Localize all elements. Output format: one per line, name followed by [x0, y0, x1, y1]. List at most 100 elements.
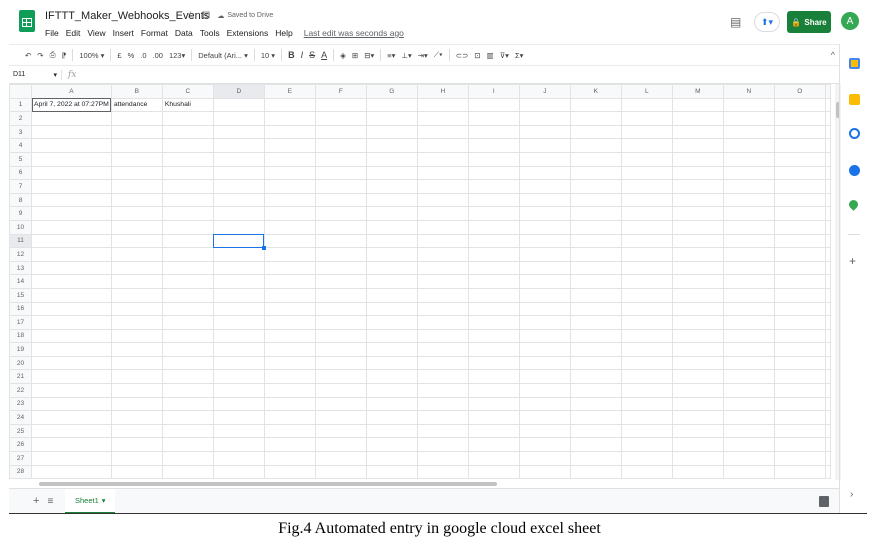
grid-cell[interactable] [365, 423, 418, 439]
grid-cell[interactable] [212, 165, 265, 181]
column-header[interactable]: M [671, 84, 724, 99]
grid-cell[interactable] [824, 192, 831, 208]
grid-cell[interactable] [31, 138, 112, 153]
grid-cell[interactable] [671, 111, 724, 126]
grid-cell[interactable] [467, 124, 520, 140]
grid-cell[interactable] [722, 396, 775, 412]
horizontal-scroll-thumb[interactable] [39, 482, 497, 486]
grid-cell[interactable] [773, 179, 826, 194]
grid-cell[interactable] [671, 383, 724, 398]
grid-cell[interactable] [620, 437, 673, 453]
grid-cell[interactable] [212, 219, 265, 235]
grid-cell[interactable] [569, 437, 622, 453]
grid-cell[interactable] [620, 151, 673, 167]
grid-cell[interactable] [212, 111, 265, 126]
row-header[interactable]: 1 [9, 97, 32, 113]
grid-cell[interactable] [212, 464, 265, 480]
grid-cell[interactable] [365, 328, 418, 344]
column-header[interactable]: I [467, 84, 520, 99]
grid-cell[interactable] [773, 219, 826, 235]
grid-cell[interactable] [722, 179, 775, 194]
grid-cell[interactable] [365, 315, 418, 330]
row-header[interactable]: 12 [9, 247, 32, 262]
grid-cell[interactable] [263, 423, 316, 439]
grid-cell[interactable] [31, 451, 112, 466]
grid-cell[interactable] [31, 179, 112, 194]
grid-corner[interactable] [9, 84, 32, 99]
grid-cell[interactable] [773, 328, 826, 344]
grid-cell[interactable] [263, 219, 316, 235]
grid-cell[interactable] [314, 383, 367, 398]
column-header[interactable]: N [722, 84, 775, 99]
grid-cell[interactable] [416, 437, 469, 453]
fill-color-icon[interactable]: ◈ [340, 51, 346, 60]
grid-cell[interactable] [671, 369, 724, 385]
grid-cell[interactable] [569, 233, 622, 249]
grid-cell[interactable] [212, 192, 265, 208]
document-title[interactable]: IFTTT_Maker_Webhooks_Events [45, 10, 209, 22]
grid-cell[interactable] [467, 138, 520, 153]
grid-cell[interactable] [416, 233, 469, 249]
grid-cell[interactable] [31, 383, 112, 398]
grid-cell[interactable] [314, 287, 367, 303]
menu-extensions[interactable]: Extensions [227, 28, 269, 38]
grid-cell[interactable] [416, 192, 469, 208]
row-header[interactable]: 16 [9, 301, 32, 317]
paint-format-icon[interactable]: ⁋ [62, 51, 67, 60]
grid-cell[interactable] [620, 301, 673, 317]
grid-cell[interactable] [569, 301, 622, 317]
grid-cell[interactable] [722, 233, 775, 249]
grid-cell[interactable] [263, 124, 316, 140]
tasks-icon[interactable] [849, 128, 860, 139]
grid-cell[interactable] [671, 260, 724, 276]
grid-cell[interactable] [671, 301, 724, 317]
grid-cell[interactable] [824, 111, 831, 126]
grid-cell[interactable] [824, 247, 831, 262]
grid-cell[interactable] [773, 111, 826, 126]
grid-cell[interactable] [110, 355, 163, 371]
grid-cell[interactable] [773, 151, 826, 167]
grid-cell[interactable] [365, 383, 418, 398]
grid-cell[interactable] [518, 369, 571, 385]
grid-cell[interactable] [31, 423, 112, 439]
grid-cell[interactable] [110, 219, 163, 235]
grid-cell[interactable] [161, 111, 214, 126]
grid-cell[interactable] [161, 383, 214, 398]
grid-cell[interactable] [365, 274, 418, 289]
grid-cell[interactable] [620, 410, 673, 425]
grid-cell[interactable] [722, 165, 775, 181]
comment-history-icon[interactable]: ▤ [730, 15, 741, 29]
all-sheets-button[interactable]: ≡ [47, 496, 53, 507]
grid-cell[interactable] [773, 206, 826, 221]
grid-cell[interactable] [263, 383, 316, 398]
row-header[interactable]: 15 [9, 287, 32, 303]
grid-cell[interactable] [110, 315, 163, 330]
grid-cell[interactable] [161, 437, 214, 453]
grid-cell[interactable] [824, 451, 831, 466]
grid-cell[interactable] [773, 233, 826, 249]
row-header[interactable]: 22 [9, 383, 32, 398]
menu-tools[interactable]: Tools [200, 28, 220, 38]
grid-cell[interactable] [416, 260, 469, 276]
bold-button[interactable]: B [288, 50, 295, 60]
grid-cell[interactable] [212, 247, 265, 262]
grid-cell[interactable] [722, 464, 775, 480]
grid-cell[interactable] [365, 301, 418, 317]
menu-format[interactable]: Format [141, 28, 168, 38]
collapse-toolbar-icon[interactable]: ^ [831, 50, 835, 60]
grid-cell[interactable] [722, 206, 775, 221]
grid-cell[interactable] [569, 165, 622, 181]
grid-cell[interactable] [314, 233, 367, 249]
grid-cell[interactable] [467, 328, 520, 344]
grid-cell[interactable] [314, 342, 367, 357]
row-header[interactable]: 5 [9, 151, 32, 167]
decrease-decimal-button[interactable]: .0 [140, 51, 146, 60]
grid-cell[interactable] [365, 287, 418, 303]
grid-cell[interactable] [722, 301, 775, 317]
grid-cell[interactable] [518, 179, 571, 194]
grid-cell[interactable] [671, 342, 724, 357]
grid-cell[interactable] [671, 315, 724, 330]
grid-cell[interactable] [31, 328, 112, 344]
grid-cell[interactable] [620, 233, 673, 249]
grid-cell[interactable] [365, 111, 418, 126]
